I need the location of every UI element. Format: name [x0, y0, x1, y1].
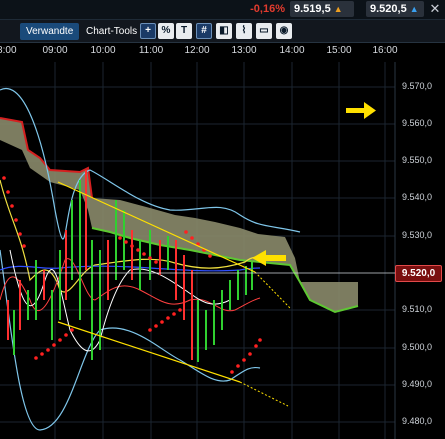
price-tick: 9.560,0 — [402, 118, 433, 128]
lower-trendline-ext — [239, 381, 289, 407]
price-tick: 9.510,0 — [402, 304, 433, 314]
ichimoku-cloud — [0, 118, 358, 312]
price-chart[interactable] — [0, 0, 445, 439]
price-tick: 9.500,0 — [402, 342, 433, 352]
annotation-arrow-icon — [346, 102, 376, 119]
price-tick: 9.530,0 — [402, 230, 433, 240]
price-tick: 9.490,0 — [402, 379, 433, 389]
price-candles — [7, 170, 253, 362]
price-tick: 9.480,0 — [402, 416, 433, 426]
price-tick: 9.550,0 — [402, 155, 433, 165]
upper-trendline-ext — [254, 271, 291, 309]
price-tick: 9.540,0 — [402, 192, 433, 202]
current-price-label: 9.520,0 — [395, 265, 442, 282]
lower-band — [0, 249, 261, 431]
price-tick: 9.570,0 — [402, 81, 433, 91]
